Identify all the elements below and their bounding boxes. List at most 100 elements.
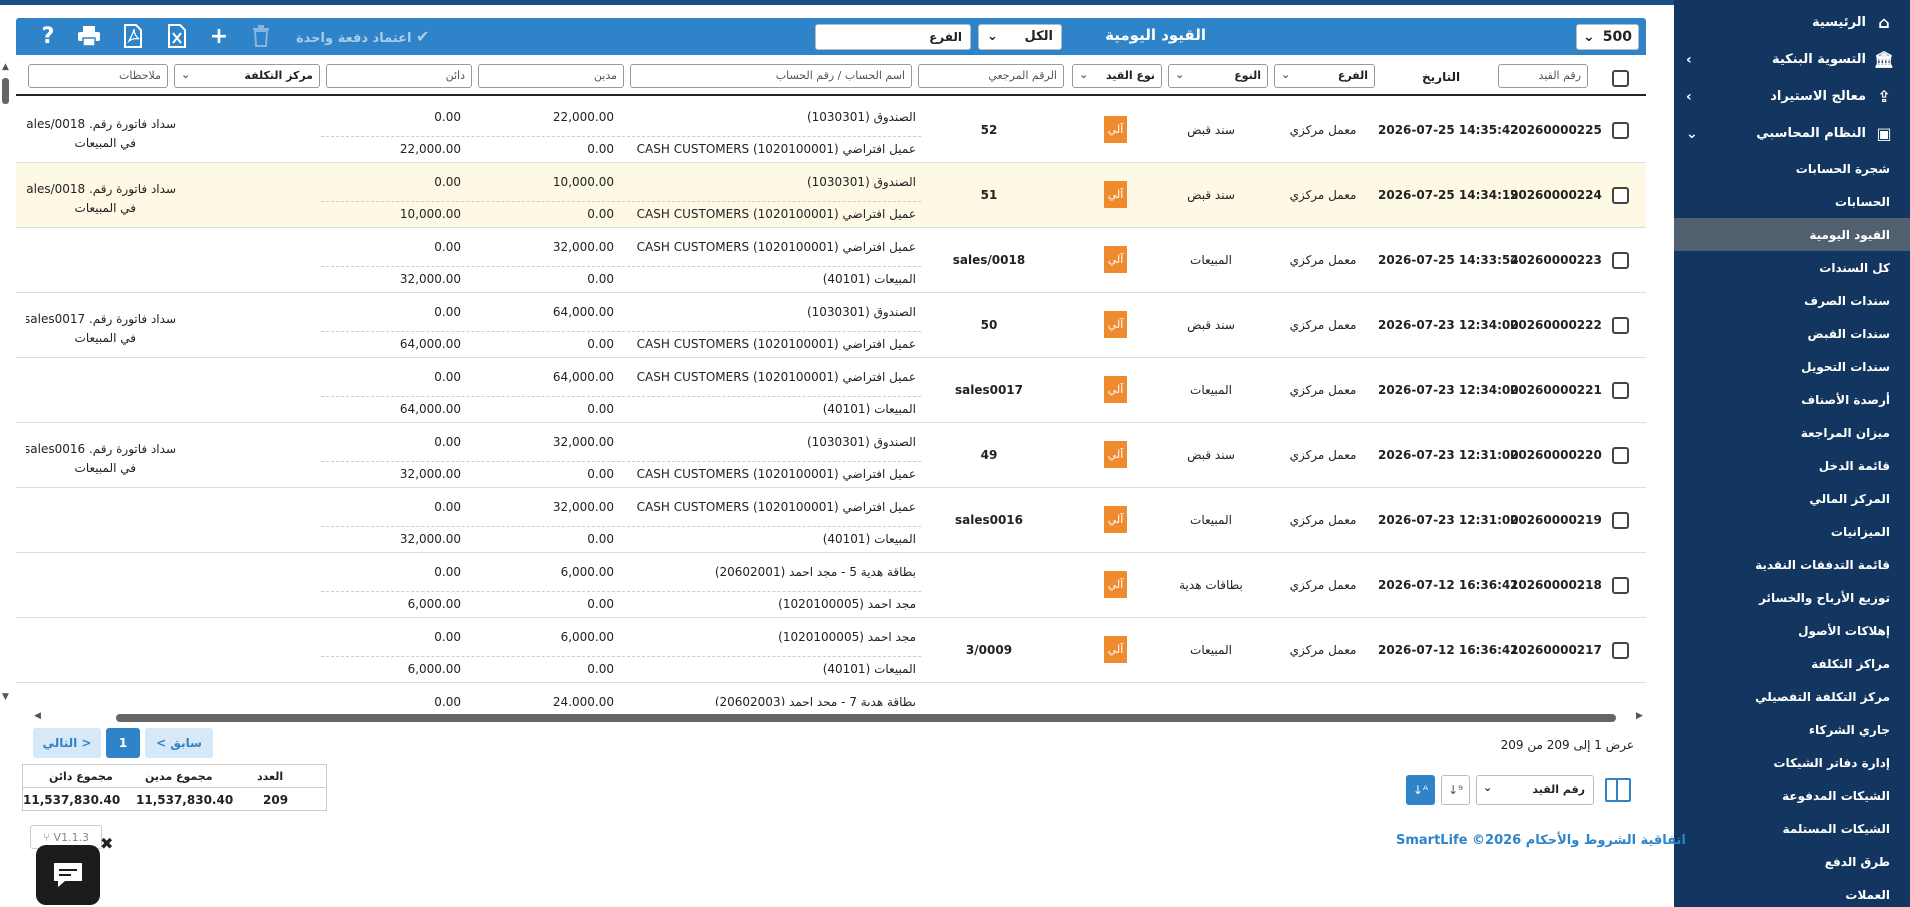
layout-toggle-icon[interactable] <box>1605 778 1631 802</box>
terms-link[interactable]: اتفاقية الشروط والأحكام <box>1526 833 1686 848</box>
account-name[interactable]: مجد احمد (1020100005) <box>616 630 916 644</box>
entry-number[interactable]: 20260000218 <box>1510 578 1602 592</box>
account-name[interactable]: بطاقة هدية 5 - مجد احمد (20602001) <box>616 565 916 579</box>
table-row[interactable]: 20260000217 2026-07-12 16:36:41 معمل مركزي… <box>16 618 1646 683</box>
sidebar-submenu-item[interactable]: أرصدة الأصناف <box>1674 383 1910 416</box>
chat-button[interactable] <box>36 845 100 905</box>
account-name[interactable]: عميل افتراضي (1020100001) CASH CUSTOMERS <box>616 240 916 254</box>
account-name[interactable]: عميل افتراضي (1020100001) CASH CUSTOMERS <box>616 370 916 384</box>
reference-number[interactable]: 3/0009 <box>934 643 1044 657</box>
table-row[interactable]: 20260000225 2026-07-25 14:35:42 معمل مركزي… <box>16 98 1646 163</box>
account-name[interactable]: عميل افتراضي (1020100001) CASH CUSTOMERS <box>616 142 916 156</box>
branch-column-filter[interactable]: الفرع ⌄ <box>1274 64 1375 88</box>
account-name[interactable]: مجد احمد (1020100005) <box>616 597 916 611</box>
approve-batch-button[interactable]: ✔ اعتماد دفعة واحدة <box>296 27 429 46</box>
row-checkbox[interactable] <box>1612 577 1629 594</box>
help-icon[interactable]: ? <box>31 22 65 50</box>
scroll-down-icon[interactable]: ▼ <box>2 692 9 702</box>
type-column-filter[interactable]: النوع ⌄ <box>1168 64 1268 88</box>
sidebar-submenu-item[interactable]: مركز التكلفة التفصيلي <box>1674 680 1910 713</box>
account-name[interactable]: المبيعات (40101) <box>616 272 916 286</box>
reference-number[interactable]: sales/0018 <box>934 253 1044 267</box>
reference-number[interactable]: 52 <box>934 123 1044 137</box>
scroll-up-icon[interactable]: ▲ <box>2 62 9 72</box>
table-row[interactable]: 20260000223 2026-07-25 14:33:54 معمل مركزي… <box>16 228 1646 293</box>
row-checkbox[interactable] <box>1612 252 1629 269</box>
sidebar-submenu-item[interactable]: كل السندات <box>1674 251 1910 284</box>
sidebar-menu-item[interactable]: ⇪ معالج الاستيراد › <box>1674 78 1910 115</box>
scroll-left-icon[interactable]: ◀ <box>34 711 41 721</box>
sidebar-submenu-item[interactable]: الحسابات <box>1674 185 1910 218</box>
close-chat-icon[interactable]: ✖ <box>100 834 113 853</box>
sidebar-submenu-item[interactable]: إهلاكات الأصول <box>1674 614 1910 647</box>
reference-number[interactable]: 51 <box>934 188 1044 202</box>
print-icon[interactable] <box>72 22 106 50</box>
row-checkbox[interactable] <box>1612 447 1629 464</box>
sidebar-submenu-item[interactable]: ميزان المراجعة <box>1674 416 1910 449</box>
horizontal-scrollbar[interactable]: ◀ ▶ <box>16 711 1646 725</box>
sidebar-menu-item[interactable]: ▣ النظام المحاسبي ⌄ <box>1674 115 1910 152</box>
account-name[interactable]: الصندوق (1030301) <box>616 305 916 319</box>
account-name[interactable]: عميل افتراضي (1020100001) CASH CUSTOMERS <box>616 337 916 351</box>
row-checkbox[interactable] <box>1612 317 1629 334</box>
entry-number[interactable]: 20260000223 <box>1510 253 1602 267</box>
reference-number[interactable]: 49 <box>934 448 1044 462</box>
entry-number[interactable]: 20260000217 <box>1510 643 1602 657</box>
delete-icon[interactable] <box>244 22 278 50</box>
row-checkbox[interactable] <box>1612 122 1629 139</box>
sidebar-menu-item[interactable]: 🏛 التسوية البنكية › <box>1674 41 1910 78</box>
entry-number[interactable]: 20260000220 <box>1510 448 1602 462</box>
table-row[interactable]: 20260000219 2026-07-23 12:31:00 معمل مركزي… <box>16 488 1646 553</box>
entry-number[interactable]: 20260000225 <box>1510 123 1602 137</box>
entry-number[interactable]: 20260000224 <box>1510 188 1602 202</box>
sidebar-submenu-item[interactable]: مراكز التكلفة <box>1674 647 1910 680</box>
sidebar-submenu-item[interactable]: شجرة الحسابات <box>1674 152 1910 185</box>
sidebar-submenu-item[interactable]: سندات القبض <box>1674 317 1910 350</box>
account-name[interactable]: بطاقة هدية 7 - مجد احمد (20602003) <box>616 695 916 706</box>
account-name[interactable]: عميل افتراضي (1020100001) CASH CUSTOMERS <box>616 207 916 221</box>
sidebar-submenu-item[interactable]: المركز المالي <box>1674 482 1910 515</box>
sidebar-submenu-item[interactable]: قائمة الدخل <box>1674 449 1910 482</box>
account-filter[interactable]: اسم الحساب / رقم الحساب <box>630 64 912 88</box>
sidebar-submenu-item[interactable]: إدارة دفاتر الشيكات <box>1674 746 1910 779</box>
credit-filter[interactable]: دائن <box>326 64 472 88</box>
account-name[interactable]: المبيعات (40101) <box>616 532 916 546</box>
all-select[interactable]: الكل ⌄ <box>978 24 1062 50</box>
per-page-select[interactable]: ⌄ 500 <box>1576 24 1639 50</box>
sidebar-submenu-item[interactable]: طرق الدفع <box>1674 845 1910 878</box>
account-name[interactable]: الصندوق (1030301) <box>616 175 916 189</box>
next-page-button[interactable]: التالي > <box>33 728 101 758</box>
entry-number[interactable]: 20260000221 <box>1510 383 1602 397</box>
row-checkbox[interactable] <box>1612 512 1629 529</box>
cost-center-filter[interactable]: مركز التكلفة ⌄ <box>174 64 320 88</box>
excel-icon[interactable] <box>160 22 194 50</box>
sidebar-menu-item[interactable]: ⌂ الرئيسية <box>1674 4 1910 41</box>
sort-field-select[interactable]: رقم القيد ⌄ <box>1476 775 1594 805</box>
debit-filter[interactable]: مدين <box>478 64 624 88</box>
add-icon[interactable]: + <box>202 22 236 50</box>
prev-page-button[interactable]: < سابق <box>145 728 213 758</box>
table-row[interactable]: 20260000222 2026-07-23 12:34:00 معمل مركزي… <box>16 293 1646 358</box>
horizontal-scroll-thumb[interactable] <box>116 714 1616 722</box>
sidebar-submenu-item[interactable]: قائمة التدفقات النقدية <box>1674 548 1910 581</box>
sort-ascending-icon[interactable]: ↓⁹ <box>1441 775 1470 805</box>
sidebar-submenu-item[interactable]: القيود اليومية <box>1674 218 1910 251</box>
account-name[interactable]: المبيعات (40101) <box>616 402 916 416</box>
reference-number[interactable]: sales0016 <box>934 513 1044 527</box>
entry-no-filter[interactable]: رقم القيد <box>1498 64 1588 88</box>
table-row[interactable]: 20260000220 2026-07-23 12:31:00 معمل مركزي… <box>16 423 1646 488</box>
account-name[interactable]: الصندوق (1030301) <box>616 110 916 124</box>
row-checkbox[interactable] <box>1612 382 1629 399</box>
sidebar-submenu-item[interactable]: سندات الصرف <box>1674 284 1910 317</box>
reference-filter[interactable]: الرقم المرجعي <box>918 64 1064 88</box>
row-checkbox[interactable] <box>1612 187 1629 204</box>
pdf-icon[interactable] <box>116 22 150 50</box>
page-1-button[interactable]: 1 <box>106 728 140 758</box>
sidebar-submenu-item[interactable]: توزيع الأرباح والخسائر <box>1674 581 1910 614</box>
reference-number[interactable]: 50 <box>934 318 1044 332</box>
branch-filter-input[interactable]: الفرع <box>815 24 971 50</box>
vertical-scrollbar[interactable]: ▲ ▼ <box>0 62 12 702</box>
select-all-checkbox[interactable] <box>1612 70 1629 87</box>
sidebar-submenu-item[interactable]: الميزانيات <box>1674 515 1910 548</box>
vertical-scroll-thumb[interactable] <box>2 78 9 104</box>
